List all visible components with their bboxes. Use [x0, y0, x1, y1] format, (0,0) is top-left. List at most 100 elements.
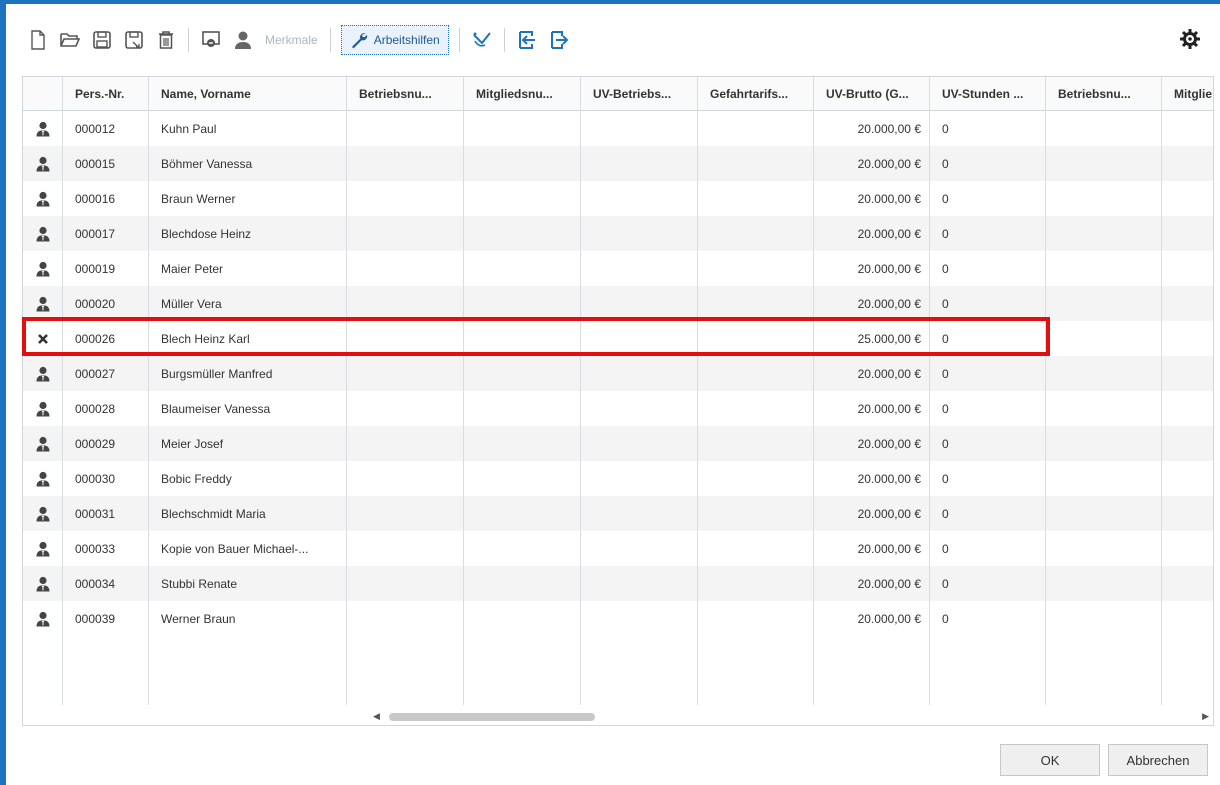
cell-uv-brutto: 20.000,00 €	[814, 496, 930, 531]
table-cell	[698, 216, 814, 251]
toolbar: Merkmale Arbeitshilfen	[22, 18, 1212, 62]
reflex-hammer-icon[interactable]	[466, 25, 498, 55]
table-cell	[581, 146, 698, 181]
table-cell	[698, 461, 814, 496]
table-cell	[464, 601, 581, 636]
table-cell	[581, 496, 698, 531]
horizontal-scrollbar[interactable]: ◀ ▶	[367, 709, 1213, 723]
cell-uv-stunden: 0	[930, 601, 1046, 636]
column-header[interactable]: Betriebsnu...	[1046, 77, 1162, 111]
arbeitshilfen-button[interactable]: Arbeitshilfen	[340, 25, 449, 55]
table-row[interactable]: 000029 Meier Josef 20.000,00 €0	[23, 426, 1213, 461]
table-row[interactable]: 000019 Maier Peter 20.000,00 €0	[23, 251, 1213, 286]
table-cell	[1162, 216, 1213, 251]
table-cell	[1046, 286, 1162, 321]
toolbar-separator	[329, 28, 331, 52]
scroll-right-icon[interactable]: ▶	[1202, 711, 1209, 722]
table-row[interactable]: 000020 Müller Vera 20.000,00 €0	[23, 286, 1213, 321]
table-cell	[347, 251, 464, 286]
person-icon	[23, 286, 63, 321]
table-cell	[698, 181, 814, 216]
column-header[interactable]: Name, Vorname	[149, 77, 347, 111]
open-folder-icon[interactable]	[54, 25, 86, 55]
trash-icon[interactable]	[150, 25, 182, 55]
cell-pers-nr: 000017	[63, 216, 149, 251]
cell-uv-brutto: 20.000,00 €	[814, 356, 930, 391]
column-header[interactable]: Mitgliedsnu...	[464, 77, 581, 111]
table-cell	[581, 216, 698, 251]
toolbar-separator	[458, 28, 460, 52]
table-cell	[464, 321, 581, 356]
column-header[interactable]	[23, 77, 63, 111]
person-icon	[23, 496, 63, 531]
table-cell	[347, 531, 464, 566]
column-header[interactable]: Pers.-Nr.	[63, 77, 149, 111]
cell-name: Böhmer Vanessa	[149, 146, 347, 181]
gear-icon[interactable]	[1174, 24, 1206, 54]
cell-uv-brutto: 20.000,00 €	[814, 251, 930, 286]
table-row[interactable]: 000039 Werner Braun 20.000,00 €0	[23, 601, 1213, 636]
table-cell	[347, 111, 464, 146]
table-row[interactable]: 000027 Burgsmüller Manfred 20.000,00 €0	[23, 356, 1213, 391]
table-row[interactable]: 000016 Braun Werner 20.000,00 €0	[23, 181, 1213, 216]
column-header[interactable]: UV-Betriebs...	[581, 77, 698, 111]
table-cell	[464, 391, 581, 426]
save-as-icon[interactable]	[118, 25, 150, 55]
table-row[interactable]: 000026 Blech Heinz Karl 25.000,00 €0	[23, 321, 1213, 356]
merkmale-button[interactable]: Merkmale	[259, 25, 324, 55]
table-cell	[581, 531, 698, 566]
table-cell	[464, 356, 581, 391]
table-cell	[464, 566, 581, 601]
person-icon[interactable]	[227, 25, 259, 55]
table-row[interactable]: 000012 Kuhn Paul 20.000,00 €0	[23, 111, 1213, 146]
table-cell	[1046, 356, 1162, 391]
table-row[interactable]: 000030 Bobic Freddy 20.000,00 €0	[23, 461, 1213, 496]
save-icon[interactable]	[86, 25, 118, 55]
new-document-icon[interactable]	[22, 25, 54, 55]
table-row[interactable]: 000034 Stubbi Renate 20.000,00 €0	[23, 566, 1213, 601]
cell-name: Bobic Freddy	[149, 461, 347, 496]
table-cell	[1046, 461, 1162, 496]
table-cell	[1162, 566, 1213, 601]
grid-header: Pers.-Nr. Name, Vorname Betriebsnu... Mitgl…	[23, 77, 1213, 111]
person-icon	[23, 531, 63, 566]
table-cell	[347, 426, 464, 461]
column-header[interactable]: UV-Stunden ...	[930, 77, 1046, 111]
person-icon	[23, 146, 63, 181]
cell-uv-stunden: 0	[930, 216, 1046, 251]
cell-uv-brutto: 20.000,00 €	[814, 566, 930, 601]
table-cell	[347, 321, 464, 356]
scroll-left-icon[interactable]: ◀	[373, 711, 380, 722]
table-cell	[347, 216, 464, 251]
table-row[interactable]: 000015 Böhmer Vanessa 20.000,00 €0	[23, 146, 1213, 181]
export-icon[interactable]	[543, 25, 575, 55]
cell-uv-brutto: 20.000,00 €	[814, 601, 930, 636]
table-row[interactable]: 000017 Blechdose Heinz 20.000,00 €0	[23, 216, 1213, 251]
cancel-button[interactable]: Abbrechen	[1108, 744, 1208, 776]
cell-pers-nr: 000015	[63, 146, 149, 181]
scrollbar-thumb[interactable]	[389, 713, 595, 721]
table-row[interactable]: 000031 Blechschmidt Maria 20.000,00 €0	[23, 496, 1213, 531]
table-cell	[698, 111, 814, 146]
column-header[interactable]: UV-Brutto (G...	[814, 77, 930, 111]
person-icon	[23, 181, 63, 216]
device-remove-icon[interactable]	[195, 25, 227, 55]
cell-uv-brutto: 20.000,00 €	[814, 426, 930, 461]
column-header[interactable]: Gefahrtarifs...	[698, 77, 814, 111]
table-row[interactable]: 000028 Blaumeiser Vanessa 20.000,00 €0	[23, 391, 1213, 426]
cell-uv-brutto: 20.000,00 €	[814, 216, 930, 251]
cell-pers-nr: 000019	[63, 251, 149, 286]
table-cell	[464, 146, 581, 181]
import-icon[interactable]	[511, 25, 543, 55]
table-cell	[1046, 251, 1162, 286]
person-icon	[23, 216, 63, 251]
ok-button[interactable]: OK	[1000, 744, 1100, 776]
column-header[interactable]: Mitglie	[1162, 77, 1213, 111]
column-header[interactable]: Betriebsnu...	[347, 77, 464, 111]
cell-uv-stunden: 0	[930, 181, 1046, 216]
table-row[interactable]: 000033 Kopie von Bauer Michael-... 20.000,…	[23, 531, 1213, 566]
cell-name: Maier Peter	[149, 251, 347, 286]
table-cell	[1046, 216, 1162, 251]
table-cell	[581, 251, 698, 286]
cell-uv-stunden: 0	[930, 111, 1046, 146]
